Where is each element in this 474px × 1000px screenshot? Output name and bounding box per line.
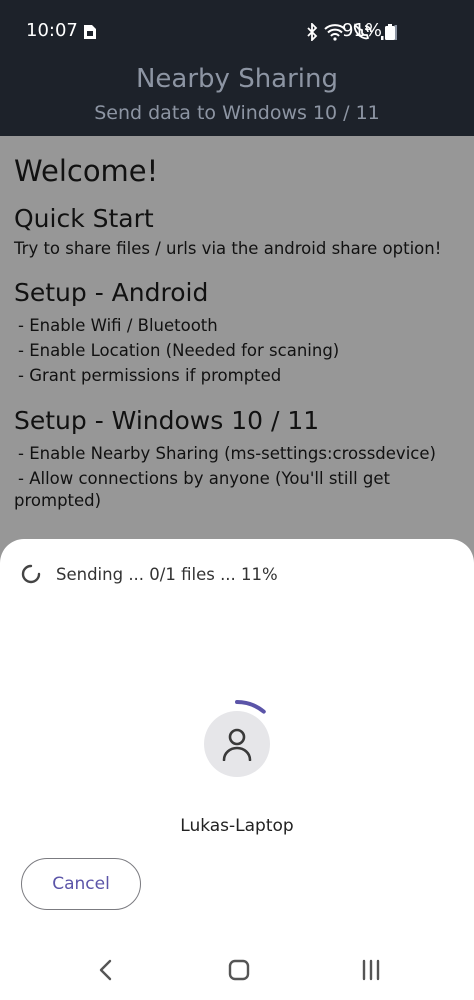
status-time: 10:07 (26, 20, 78, 41)
sending-status-text: Sending ... 0/1 files ... 11% (56, 564, 278, 584)
back-icon[interactable] (93, 956, 121, 984)
app-header: 10:07 91% Nearby Sharing Send data to Wi… (0, 0, 474, 136)
battery-icon (385, 24, 395, 40)
battery-percentage: 91% (342, 20, 383, 41)
app-title: Nearby Sharing (135, 64, 339, 94)
sim-card-icon (84, 25, 96, 39)
app-subtitle: Send data to Windows 10 / 11 (94, 102, 380, 124)
system-navigation-bar (0, 940, 474, 1000)
cancel-button[interactable]: Cancel (21, 858, 141, 910)
target-device[interactable]: Lukas-Laptop (177, 699, 297, 836)
status-bar: 10:07 91% (0, 0, 474, 62)
avatar (204, 711, 270, 777)
person-icon (222, 728, 252, 761)
loading-spinner-icon (21, 564, 41, 584)
sending-status-row: Sending ... 0/1 files ... 11% (20, 563, 278, 585)
bluetooth-icon (307, 23, 318, 41)
device-avatar-wrap (192, 699, 282, 789)
recent-apps-icon[interactable] (357, 956, 385, 984)
sending-bottom-sheet: Sending ... 0/1 files ... 11% Lukas-Lapt… (0, 539, 474, 1000)
home-icon[interactable] (225, 956, 253, 984)
device-name: Lukas-Laptop (180, 816, 294, 836)
